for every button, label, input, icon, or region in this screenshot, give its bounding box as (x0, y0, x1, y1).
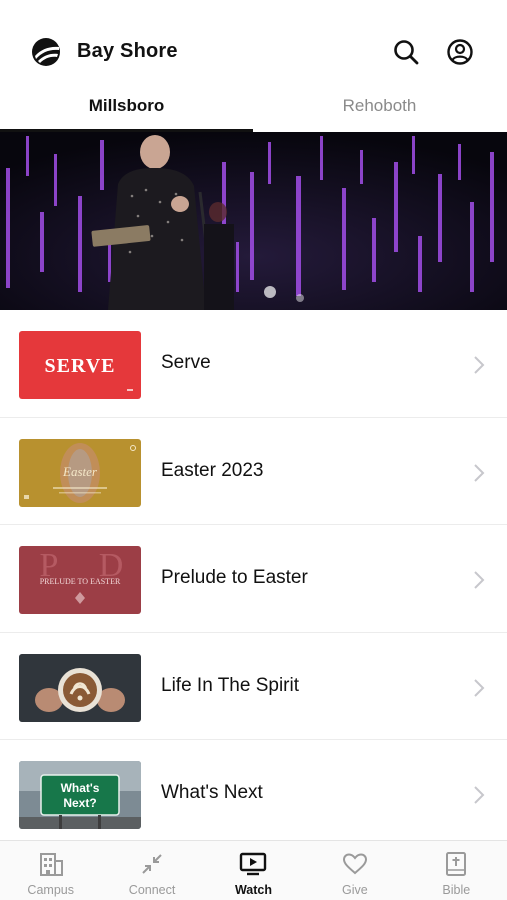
svg-text:Next?: Next? (63, 796, 96, 810)
tab-rehoboth-label: Rehoboth (342, 96, 417, 115)
bottom-tab-bar: Campus Connect Watch Give Bible (0, 840, 507, 900)
tabbar-label: Give (342, 883, 368, 897)
series-thumbnail-serve: SERVE (19, 331, 141, 399)
series-thumbnail-life-in-the-spirit (19, 653, 141, 722)
series-row-life-in-the-spirit[interactable]: Life In The Spirit (0, 633, 507, 740)
tabbar-label: Connect (128, 883, 176, 897)
series-thumbnail-whats-next: What's Next? (19, 761, 141, 829)
arrows-inward-icon (138, 851, 166, 877)
tabbar-item-bible[interactable]: Bible (406, 841, 507, 900)
series-row-serve[interactable]: SERVE Serve (0, 310, 507, 418)
tabbar-label: Bible (442, 883, 471, 897)
search-icon[interactable] (390, 36, 422, 68)
tabbar-item-connect[interactable]: Connect (101, 841, 202, 900)
tab-rehoboth[interactable]: Rehoboth (253, 88, 506, 132)
series-row-prelude-to-easter[interactable]: P D PRELUDE TO EASTER Prelude to Easter (0, 525, 507, 633)
chevron-right-icon (474, 356, 485, 374)
series-title: Prelude to Easter (161, 567, 308, 588)
easter-thumb-text: Easter (62, 464, 98, 479)
campus-tabs: Millsboro Rehoboth (0, 88, 507, 132)
building-icon (37, 851, 65, 877)
app-header: Bay Shore (0, 0, 507, 88)
user-circle-icon[interactable] (444, 36, 476, 68)
bay-shore-logo-icon (32, 38, 60, 66)
tabbar-item-give[interactable]: Give (304, 841, 405, 900)
tab-millsboro-label: Millsboro (88, 96, 165, 115)
series-title: What's Next (161, 782, 263, 803)
featured-sermon-hero-image[interactable] (0, 132, 507, 310)
chevron-right-icon (474, 463, 485, 482)
chevron-right-icon (474, 678, 485, 697)
serve-thumb-text: SERVE (45, 355, 116, 377)
series-title: Serve (161, 352, 211, 373)
svg-text:What's: What's (61, 781, 100, 795)
series-thumbnail-prelude-to-easter: P D PRELUDE TO EASTER (19, 546, 141, 614)
app-title: Bay Shore (77, 40, 178, 62)
series-title: Life In The Spirit (161, 674, 300, 696)
prelude-thumb-text: PRELUDE TO EASTER (40, 577, 121, 586)
series-thumbnail-easter-2023: Easter (19, 438, 141, 507)
sermon-series-list: SERVE Serve Easter Easter 2023 P D PRELU… (0, 310, 507, 848)
tabbar-item-campus[interactable]: Campus (0, 841, 101, 900)
tab-millsboro[interactable]: Millsboro (0, 88, 253, 132)
chevron-right-icon (474, 786, 485, 804)
series-row-easter-2023[interactable]: Easter Easter 2023 (0, 418, 507, 525)
tabbar-item-watch[interactable]: Watch (203, 841, 304, 900)
series-row-whats-next[interactable]: What's Next? What's Next (0, 740, 507, 848)
tv-play-icon (239, 851, 267, 877)
tabbar-label: Watch (234, 883, 273, 897)
chevron-right-icon (474, 571, 485, 589)
series-title: Easter 2023 (161, 459, 264, 481)
tabbar-label: Campus (27, 883, 74, 897)
bible-cross-icon (442, 851, 470, 877)
heart-icon (341, 851, 369, 877)
